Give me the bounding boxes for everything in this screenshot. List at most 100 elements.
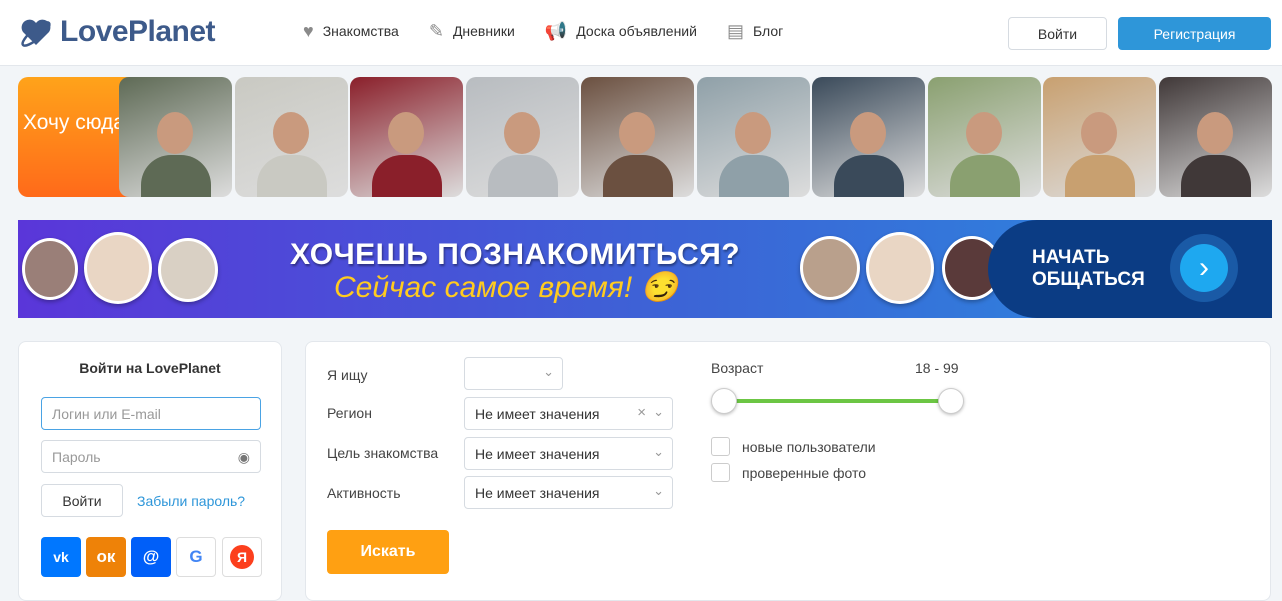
profile-photo[interactable] bbox=[581, 77, 694, 197]
photo-body bbox=[372, 155, 442, 197]
start-chat-cta[interactable]: НАЧАТЬ ОБЩАТЬСЯ › bbox=[988, 220, 1272, 318]
photo-face bbox=[272, 112, 309, 154]
heart-icon: ♥ bbox=[303, 21, 314, 41]
login-title: Войти на LovePlanet bbox=[79, 360, 221, 376]
photo-body bbox=[1180, 155, 1251, 197]
vk-login-button[interactable]: vk bbox=[41, 537, 81, 577]
banner-subline: Сейчас самое время! 😏 bbox=[334, 271, 678, 304]
want-here-button[interactable]: Хочу сюда bbox=[18, 77, 142, 197]
photo-face bbox=[1196, 112, 1233, 154]
nav-blog[interactable]: ▤ Блог bbox=[727, 22, 783, 40]
seeking-select[interactable]: ⌄ bbox=[464, 357, 563, 390]
password-input[interactable]: Пароль ◉ bbox=[41, 440, 261, 473]
logo[interactable]: LovePlanet bbox=[18, 14, 216, 50]
mail-at-icon: @ bbox=[142, 547, 160, 566]
profile-photo[interactable] bbox=[696, 77, 810, 197]
yandex-login-button[interactable]: Я bbox=[222, 537, 262, 577]
profile-photo[interactable] bbox=[1043, 77, 1156, 197]
chevron-down-icon: ⌄ bbox=[653, 483, 664, 498]
search-panel: Я ищу ⌄ Регион Не имеет значения × ⌄ Цель … bbox=[305, 341, 1271, 601]
checkbox-box[interactable] bbox=[711, 463, 730, 482]
nav-label: Доска объявлений bbox=[576, 23, 697, 39]
header-login-button[interactable]: Войти bbox=[1008, 17, 1107, 50]
new-users-checkbox[interactable]: новые пользователи bbox=[711, 437, 876, 456]
photo-body bbox=[834, 155, 904, 197]
photo-face bbox=[850, 112, 886, 154]
banner-avatar bbox=[84, 232, 152, 304]
verified-photos-checkbox[interactable]: проверенные фото bbox=[711, 463, 866, 482]
register-button[interactable]: Регистрация bbox=[1118, 17, 1271, 50]
checkbox-box[interactable] bbox=[711, 437, 730, 456]
clear-icon[interactable]: × bbox=[637, 404, 646, 421]
banner-headline: ХОЧЕШЬ ПОЗНАКОМИТЬСЯ? bbox=[290, 238, 741, 271]
photo-body bbox=[949, 155, 1020, 197]
photo-face bbox=[1081, 112, 1117, 154]
eye-icon[interactable]: ◉ bbox=[238, 449, 250, 466]
cta-arrow-button[interactable]: › bbox=[1170, 234, 1238, 302]
nav-diaries[interactable]: ✎ Дневники bbox=[429, 22, 515, 40]
yandex-icon: Я bbox=[230, 545, 254, 569]
age-range-value: 18 - 99 bbox=[915, 360, 959, 376]
region-label: Регион bbox=[327, 405, 372, 421]
ok-login-button[interactable]: ок bbox=[86, 537, 126, 577]
ok-icon: ок bbox=[96, 547, 116, 566]
cta-line: ОБЩАТЬСЯ bbox=[1032, 269, 1145, 290]
profile-photo[interactable] bbox=[465, 77, 579, 197]
login-panel: Войти на LovePlanet Логин или E-mail Пар… bbox=[18, 341, 282, 601]
header: LovePlanet ♥ Знакомства ✎ Дневники 📢 Доска … bbox=[0, 0, 1282, 66]
profile-photo[interactable] bbox=[350, 77, 463, 197]
profile-photo[interactable] bbox=[1158, 77, 1272, 197]
goal-select[interactable]: Не имеет значения ⌄ bbox=[464, 437, 673, 470]
region-select[interactable]: Не имеет значения × ⌄ bbox=[464, 397, 673, 430]
mail-login-button[interactable]: @ bbox=[131, 537, 171, 577]
photo-body bbox=[256, 155, 327, 197]
nav-ads-board[interactable]: 📢 Доска объявлений bbox=[545, 22, 697, 40]
nav-label: Знакомства bbox=[322, 23, 399, 39]
region-value: Не имеет значения bbox=[475, 406, 600, 422]
photo-face bbox=[619, 112, 655, 154]
cta-line: НАЧАТЬ bbox=[1032, 247, 1110, 268]
profile-photo[interactable] bbox=[234, 77, 348, 197]
goal-value: Не имеет значения bbox=[475, 446, 600, 462]
nav-label: Дневники bbox=[452, 23, 515, 39]
photo-face bbox=[388, 112, 424, 154]
search-button[interactable]: Искать bbox=[327, 530, 449, 574]
photo-body bbox=[487, 155, 558, 197]
activity-value: Не имеет значения bbox=[475, 485, 600, 501]
banner-avatar bbox=[800, 236, 860, 300]
login-placeholder: Логин или E-mail bbox=[52, 406, 161, 422]
forgot-password-link[interactable]: Забыли пароль? bbox=[137, 493, 245, 509]
login-submit-button[interactable]: Войти bbox=[41, 484, 123, 517]
photo-face bbox=[157, 112, 193, 154]
profile-photo[interactable] bbox=[927, 77, 1041, 197]
age-slider-track[interactable] bbox=[724, 399, 952, 403]
age-label: Возраст bbox=[711, 360, 764, 376]
vk-icon: vk bbox=[53, 549, 69, 565]
logo-text: LovePlanet bbox=[60, 15, 216, 48]
photo-body bbox=[603, 155, 673, 197]
main-nav: ♥ Знакомства ✎ Дневники 📢 Доска объявлений … bbox=[303, 22, 783, 40]
google-login-button[interactable]: G bbox=[176, 537, 216, 577]
photo-body bbox=[141, 155, 211, 197]
profile-photo[interactable] bbox=[812, 77, 925, 197]
login-input[interactable]: Логин или E-mail bbox=[41, 397, 261, 430]
photo-face bbox=[503, 112, 540, 154]
activity-label: Активность bbox=[327, 485, 401, 501]
photo-face bbox=[734, 112, 771, 154]
password-placeholder: Пароль bbox=[52, 449, 101, 465]
chevron-down-icon: ⌄ bbox=[543, 364, 554, 379]
profile-photo[interactable] bbox=[119, 77, 232, 197]
logo-heart-planet-icon bbox=[21, 19, 51, 47]
banner-avatar bbox=[158, 238, 218, 302]
age-min-handle[interactable] bbox=[711, 388, 737, 414]
activity-select[interactable]: Не имеет значения ⌄ bbox=[464, 476, 673, 509]
chevron-down-icon: ⌄ bbox=[653, 404, 664, 419]
nav-dating[interactable]: ♥ Знакомства bbox=[303, 22, 399, 40]
checkbox-label: новые пользователи bbox=[742, 438, 876, 455]
promo-banner[interactable]: ХОЧЕШЬ ПОЗНАКОМИТЬСЯ? Сейчас самое время… bbox=[18, 220, 1272, 318]
age-max-handle[interactable] bbox=[938, 388, 964, 414]
photo-face bbox=[965, 112, 1002, 154]
banner-avatar bbox=[866, 232, 934, 304]
seeking-label: Я ищу bbox=[327, 367, 368, 383]
chevron-right-icon: › bbox=[1180, 244, 1228, 292]
